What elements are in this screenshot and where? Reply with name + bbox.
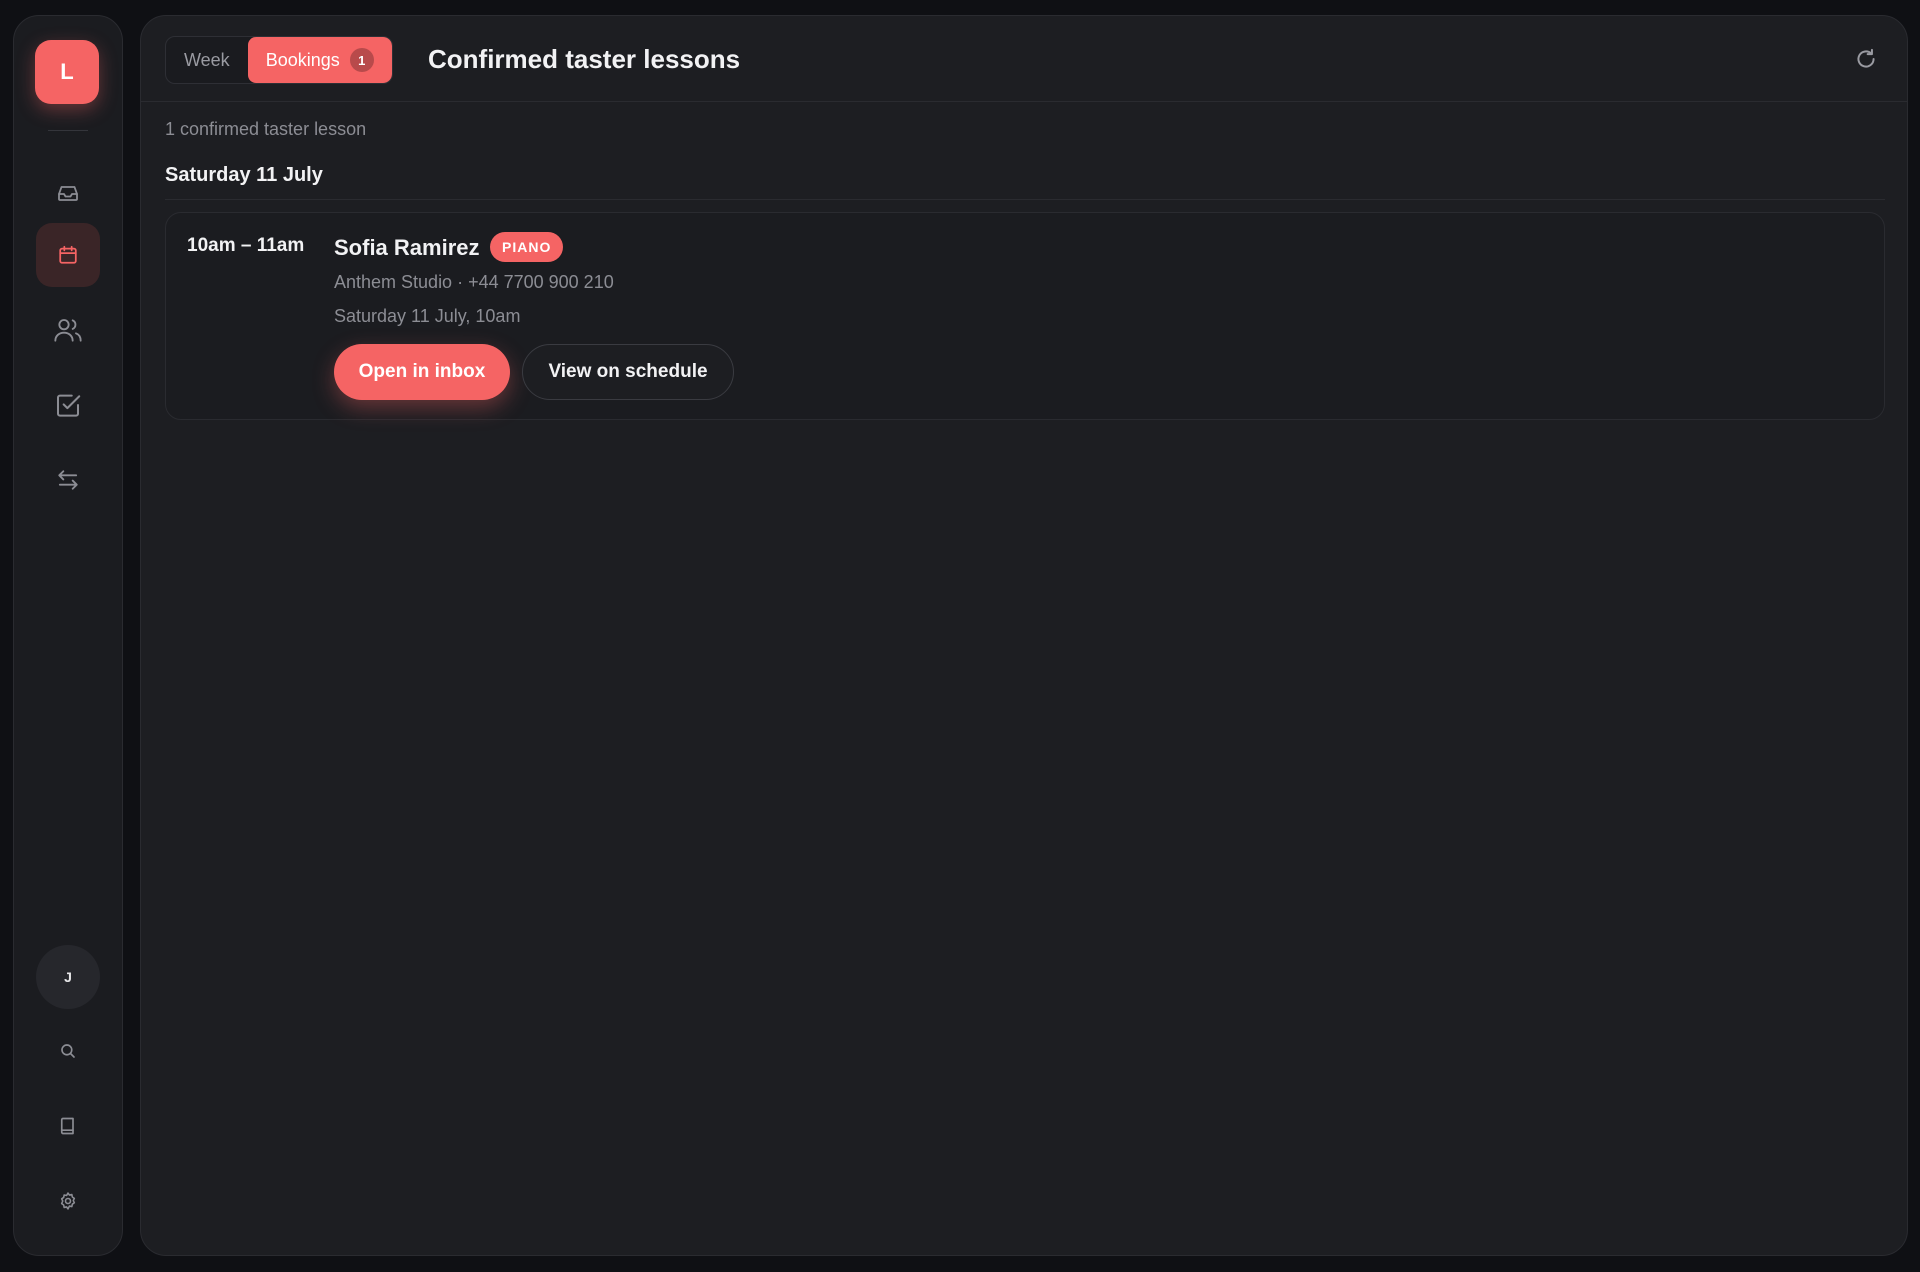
booking-details: Anthem Studio · +44 7700 900 210 [334,272,614,292]
tab-bookings-label: Bookings [265,49,340,70]
main-panel: Week Bookings 1 Confirmed taster lessons… [140,15,1908,1256]
book-icon [60,1117,74,1135]
sidebar-item-transfers[interactable] [36,448,100,512]
refresh-icon [1857,48,1875,68]
avatar-initial: J [64,969,72,985]
sidebar-item-inbox[interactable] [36,161,100,225]
tab-bookings[interactable]: Bookings 1 [247,37,392,83]
sidebar-item-users[interactable] [36,298,100,362]
search-icon [61,1044,75,1058]
sidebar-item-docs[interactable] [36,1094,100,1158]
sidebar: L J [13,15,123,1256]
booking-time: 10am – 11am [187,235,305,256]
users-icon [54,319,82,342]
day-heading: Saturday 11 July [165,164,323,186]
refresh-button[interactable] [1853,46,1879,72]
view-switcher: Week Bookings 1 [165,36,393,84]
booking-datetime: Saturday 11 July, 10am [334,306,521,326]
avatar[interactable]: J [36,945,100,1009]
tab-week-label: Week [184,49,230,70]
arrows-swap-icon [58,470,78,490]
logo-letter: L [60,59,74,84]
inbox-icon [58,186,78,201]
app-logo[interactable]: L [35,40,99,104]
sidebar-item-tasks[interactable] [36,373,100,437]
booking-card: 10am – 11am Sofia Ramirez PIANO Anthem S… [165,212,1885,420]
bookings-count-badge: 1 [349,48,374,72]
checkbox-icon [57,394,81,417]
gear-icon [60,1192,76,1210]
sidebar-item-calendar[interactable] [36,223,100,287]
header: Week Bookings 1 Confirmed taster lessons [141,16,1907,102]
page-title: Confirmed taster lessons [428,44,741,74]
sidebar-divider [48,130,88,131]
day-divider [165,199,1885,200]
student-name: Sofia Ramirez [334,235,480,260]
tab-week[interactable]: Week [166,37,248,83]
calendar-icon [59,245,77,264]
sidebar-item-search[interactable] [36,1019,100,1083]
open-in-inbox-button[interactable]: Open in inbox [334,344,510,400]
view-on-schedule-button[interactable]: View on schedule [522,344,734,400]
bookings-summary: 1 confirmed taster lesson [165,119,367,139]
sidebar-item-settings[interactable] [36,1169,100,1233]
instrument-tag: PIANO [490,232,564,262]
